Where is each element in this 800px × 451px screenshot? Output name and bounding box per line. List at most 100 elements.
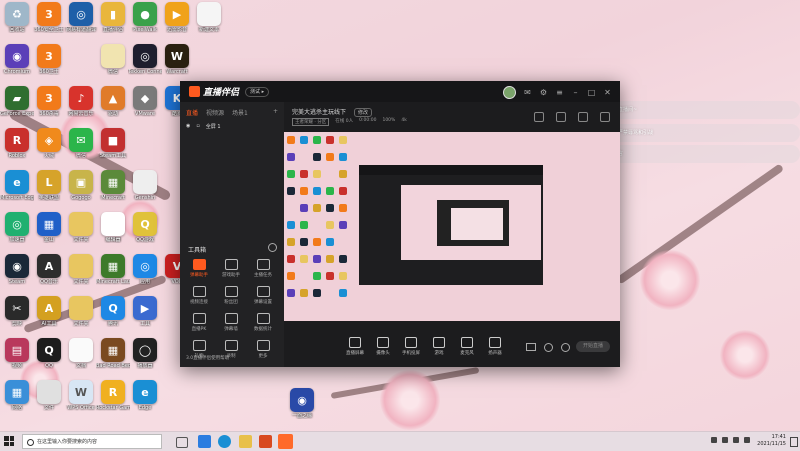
desktop-icon[interactable]: L 英雄联盟: [32, 170, 66, 201]
tool-item[interactable]: 直播PK: [186, 313, 212, 332]
menu-icon[interactable]: ≡: [555, 88, 564, 97]
desktop-icon[interactable]: 3 360卫士: [32, 44, 66, 75]
lock-icon[interactable]: ▫: [196, 123, 199, 130]
desktop-icon[interactable]: ◉ Chromium: [0, 44, 34, 75]
source-button[interactable]: 扬声器: [480, 337, 510, 356]
desktop-icon[interactable]: 编辑器: [96, 212, 130, 243]
gear-small-icon[interactable]: [561, 343, 570, 352]
tab-live[interactable]: 直播: [186, 108, 198, 117]
version-pill[interactable]: 测试 ▸: [245, 86, 270, 97]
desktop-icon[interactable]: 文件夹: [64, 296, 98, 327]
desktop-icon[interactable]: R Roblox: [0, 128, 34, 159]
source-button[interactable]: 摄像头: [368, 337, 398, 356]
task-view-icon[interactable]: [176, 437, 188, 448]
desktop-icon[interactable]: A AI工具: [32, 296, 66, 327]
clock[interactable]: 17:41 2021/11/15: [757, 434, 786, 448]
avatar[interactable]: [503, 86, 516, 99]
desktop-icon[interactable]: ▮ 直播伴侣: [96, 2, 130, 33]
stream-preview[interactable]: [284, 132, 620, 321]
layout-icon[interactable]: [534, 112, 544, 122]
scene-label[interactable]: 全屏 1: [206, 123, 221, 130]
volume-icon[interactable]: [733, 437, 739, 443]
desktop-icon[interactable]: e Edge: [128, 380, 162, 411]
live-companion-taskbar-icon[interactable]: [278, 434, 293, 449]
desktop-icon[interactable]: ✂ 剪映: [0, 296, 34, 327]
desktop-icon[interactable]: 文件夹: [64, 254, 98, 285]
windows-start-icon[interactable]: [4, 436, 14, 446]
desktop-icon[interactable]: ▶ 工具: [128, 296, 162, 327]
desktop-icon-floating[interactable]: ◉ 一面之缘: [285, 388, 319, 419]
desktop-icon[interactable]: ▦ 网络: [0, 380, 34, 411]
desktop-icon[interactable]: ◯ 播放器: [128, 338, 162, 369]
edit-room-button[interactable]: 修改: [353, 108, 372, 117]
tool-item[interactable]: 数据统计: [250, 313, 276, 332]
desktop-icon[interactable]: e Microsoft Edge: [0, 170, 34, 201]
gear-icon[interactable]: ⚙: [539, 88, 548, 97]
ime-icon[interactable]: [744, 437, 750, 443]
source-button[interactable]: 麦克风: [452, 337, 482, 356]
desktop-icon[interactable]: ♻ 回收站: [0, 2, 34, 33]
desktop-icon[interactable]: ◎ 应用: [128, 254, 162, 285]
tool-item[interactable]: 游戏助手: [218, 259, 244, 278]
room-category[interactable]: 王者荣耀 · 分区: [292, 118, 330, 126]
source-button[interactable]: 手机投屏: [396, 337, 426, 356]
close-icon[interactable]: ✕: [603, 88, 612, 97]
desktop-icon[interactable]: ● PixelWalk: [128, 2, 162, 33]
desktop-icon[interactable]: ✉ 微信: [64, 128, 98, 159]
desktop-icon[interactable]: A QQ音乐: [32, 254, 66, 285]
tool-item[interactable]: 视频连接: [186, 286, 212, 305]
tool-item[interactable]: 弹幕墙: [218, 313, 244, 332]
tool-item[interactable]: 弹幕设置: [250, 286, 276, 305]
desktop-icon[interactable]: ◈ 火绒: [32, 128, 66, 159]
desktop-icon[interactable]: ▲ 驱动: [96, 86, 130, 117]
desktop-icon[interactable]: RRockstar Games: [96, 380, 130, 411]
mail-icon[interactable]: ✉: [523, 88, 532, 97]
desktop-icon[interactable]: 3 360安全卫士: [32, 2, 66, 33]
tool-item[interactable]: 粉丝团: [218, 286, 244, 305]
settings-icon[interactable]: [578, 112, 588, 122]
share-icon[interactable]: [600, 112, 610, 122]
title-bar[interactable]: 直播伴侣 测试 ▸ ✉ ⚙ ≡ – □ ✕: [180, 81, 620, 102]
tool-item[interactable]: 主播任务: [250, 259, 276, 278]
desktop-icon[interactable]: Q QQ游戏: [128, 212, 162, 243]
desktop-icon[interactable]: 3 360杀毒: [32, 86, 66, 117]
office-icon[interactable]: [259, 435, 272, 448]
desktop-icon[interactable]: ♪ 网易云音乐: [64, 86, 98, 117]
desktop-icon[interactable]: 文档: [64, 338, 98, 369]
maximize-icon[interactable]: □: [587, 88, 596, 97]
desktop-icon[interactable]: ◎ 加速器: [0, 212, 34, 243]
desktop-icon[interactable]: ▤ 视频: [0, 338, 34, 369]
taskbar-search-input[interactable]: 在这里输入你要搜索的内容: [22, 434, 162, 449]
notification-icon[interactable]: [790, 437, 798, 447]
desktop-icon[interactable]: ▦ Minecraft: [96, 170, 130, 201]
tool-item[interactable]: 弹幕助手: [186, 259, 212, 278]
chevron-up-icon[interactable]: [711, 437, 717, 443]
desktop-icon[interactable]: ◎ 网易有道翻译: [64, 2, 98, 33]
desktop-icon[interactable]: ■ Steam工具: [96, 128, 130, 159]
source-button[interactable]: 游戏: [424, 337, 454, 356]
desktop-icon[interactable]: ▦Minecraft Launcher: [96, 254, 130, 285]
desktop-icon[interactable]: ◆ VMware: [128, 86, 162, 117]
source-button[interactable]: 直播屏幕: [340, 337, 370, 356]
desktop-icon[interactable]: W WPS Office: [64, 380, 98, 411]
desktop-icon[interactable]: W Warcraft: [160, 44, 194, 75]
add-tab-icon[interactable]: +: [273, 108, 278, 117]
eye-icon[interactable]: ◉: [186, 123, 190, 130]
desktop-icon[interactable]: ▣ Gogogo: [64, 170, 98, 201]
desktop-icon[interactable]: ▰GeForce Experience: [0, 86, 34, 117]
desktop-icon[interactable]: 文件: [32, 380, 66, 411]
desktop-icon[interactable]: Q QQ: [32, 338, 66, 369]
tab-source[interactable]: 视频源: [206, 108, 224, 117]
desktop-icon[interactable]: ▦ 金山: [32, 212, 66, 243]
desktop-icon[interactable]: Q 腾讯: [96, 296, 130, 327]
desktop-icon[interactable]: ◎Tekken Connect: [128, 44, 162, 75]
refresh-icon[interactable]: [544, 343, 553, 352]
desktop-icon[interactable]: 文件夹: [64, 212, 98, 243]
desktop-icon[interactable]: ▦Bad Road Bedrock Edition: [96, 338, 130, 369]
edge-icon[interactable]: [218, 435, 231, 448]
start-live-button[interactable]: 开始直播: [576, 341, 610, 352]
desktop-icon[interactable]: 微信: [96, 44, 130, 75]
network-icon[interactable]: [722, 437, 728, 443]
desktop-icon[interactable]: Genshin: [128, 170, 162, 201]
desktop-icon[interactable]: 新建文本: [192, 2, 226, 33]
